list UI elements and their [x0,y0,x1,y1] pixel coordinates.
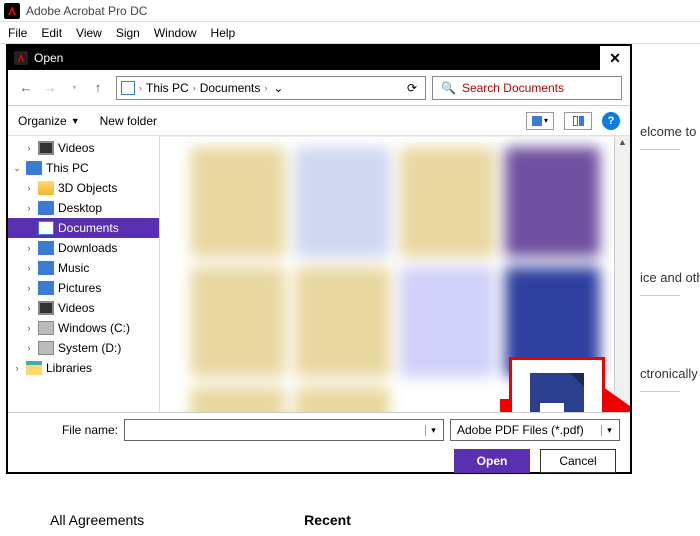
dialog-title: Open [34,51,63,65]
cancel-button[interactable]: Cancel [540,449,616,473]
tree-downloads[interactable]: ›Downloads [8,238,159,258]
path-sep-icon: › [193,83,196,93]
refresh-icon[interactable]: ⟳ [403,81,421,95]
newfolder-button[interactable]: New folder [100,114,157,128]
folder-tree: ›Videos ⌄This PC ›3D Objects ›Desktop Do… [8,136,160,412]
open-button[interactable]: Open [454,449,530,473]
tree-music[interactable]: ›Music [8,258,159,278]
nav-recent-icon[interactable]: ▾ [66,80,82,96]
tree-videos2[interactable]: ›Videos [8,298,159,318]
highlighted-file[interactable]: Hi, I'm a PDF! [509,357,605,412]
menu-edit[interactable]: Edit [41,26,62,40]
app-titlebar: Adobe Acrobat Pro DC [0,0,700,22]
search-icon: 🔍 [441,81,456,95]
help-icon[interactable]: ? [602,112,620,130]
open-dialog: Open ✕ ← → ▾ ↑ › This PC › Documents › ⌄… [6,44,632,474]
filename-input[interactable]: ▾ [124,419,444,441]
app-title: Adobe Acrobat Pro DC [26,4,147,18]
tree-desktop[interactable]: ›Desktop [8,198,159,218]
menubar: File Edit View Sign Window Help [0,22,700,44]
chevron-down-icon[interactable]: ▾ [425,425,441,436]
tree-thispc[interactable]: ⌄This PC [8,158,159,178]
pdf-file-icon [530,373,584,412]
search-placeholder: Search Documents [462,81,564,95]
nav-back-icon[interactable]: ← [18,80,34,96]
dialog-navbar: ← → ▾ ↑ › This PC › Documents › ⌄ ⟳ 🔍 Se… [8,70,630,106]
path-sep-icon: › [139,83,142,93]
menu-view[interactable]: View [76,26,102,40]
preview-pane-button[interactable] [564,112,592,130]
path-root-icon [121,81,135,95]
path-documents[interactable]: Documents [200,81,261,95]
tree-windowsc[interactable]: ›Windows (C:) [8,318,159,338]
nav-up-icon[interactable]: ↑ [90,80,106,96]
file-pane[interactable]: ▲▼ Hi, I'm a PDF! [160,136,630,412]
organize-button[interactable]: Organize ▼ [18,114,80,128]
filetype-select[interactable]: Adobe PDF Files (*.pdf) ▾ [450,419,620,441]
all-agreements-label[interactable]: All Agreements [50,512,144,528]
tree-libraries[interactable]: ›Libraries [8,358,159,378]
chevron-down-icon: ▼ [71,116,80,126]
bg-text-elec: ctronically [640,296,680,392]
bg-text-office: ice and other [640,150,680,296]
tree-documents[interactable]: Documents [8,218,159,238]
menu-file[interactable]: File [8,26,27,40]
dialog-toolbar: Organize ▼ New folder ▾ ? [8,106,630,136]
path-sep-icon: › [264,83,267,93]
menu-help[interactable]: Help [211,26,236,40]
chevron-down-icon[interactable]: ▾ [601,425,617,436]
bg-text-welcome: elcome to [640,94,680,150]
dialog-bottombar: File name: ▾ Adobe PDF Files (*.pdf) ▾ O… [8,412,630,472]
tree-3dobjects[interactable]: ›3D Objects [8,178,159,198]
dialog-logo-icon [14,51,28,65]
tree-videos[interactable]: ›Videos [8,138,159,158]
nav-forward-icon: → [42,80,58,96]
path-bar[interactable]: › This PC › Documents › ⌄ ⟳ [116,76,426,100]
dialog-titlebar: Open ✕ [8,46,630,70]
path-thispc[interactable]: This PC [146,81,189,95]
path-dropdown-icon[interactable]: ⌄ [271,81,285,95]
background-bottom: All Agreements Recent [0,512,700,528]
menu-window[interactable]: Window [154,26,197,40]
scrollbar[interactable]: ▲▼ [614,137,630,412]
tree-pictures[interactable]: ›Pictures [8,278,159,298]
filename-label: File name: [18,423,118,437]
view-mode-button[interactable]: ▾ [526,112,554,130]
tree-systemd[interactable]: ›System (D:) [8,338,159,358]
menu-sign[interactable]: Sign [116,26,140,40]
close-button[interactable]: ✕ [600,46,630,70]
recent-label: Recent [304,512,351,528]
acrobat-logo-icon [4,3,20,19]
search-input[interactable]: 🔍 Search Documents [432,76,622,100]
